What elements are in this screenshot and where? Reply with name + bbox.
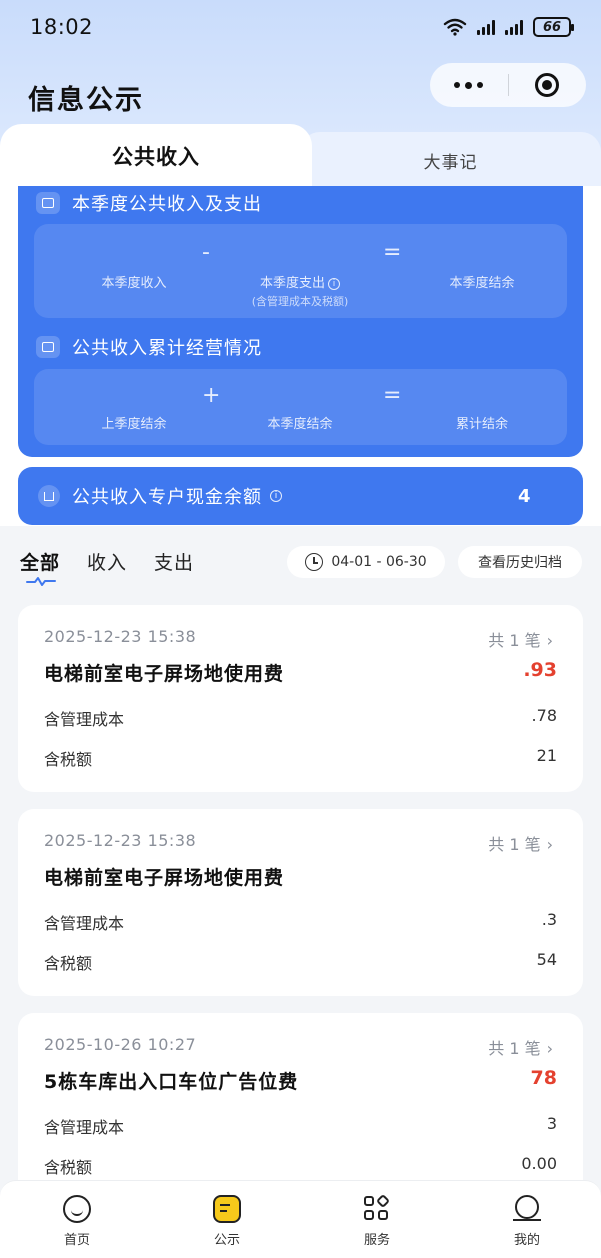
info-icon[interactable]: i	[270, 490, 282, 502]
grid-icon	[363, 1193, 391, 1223]
signal-icon-2	[505, 19, 523, 35]
home-icon	[38, 485, 60, 507]
nav-services[interactable]: 服务	[337, 1193, 417, 1248]
history-archive-button[interactable]: 查看历史归档	[458, 546, 582, 578]
chevron-right-icon: ›	[546, 631, 553, 650]
chevron-right-icon: ›	[546, 1039, 553, 1058]
signal-icon	[477, 19, 495, 35]
tab-public-income[interactable]: 公共收入	[0, 124, 312, 188]
clock-icon	[305, 553, 324, 571]
tab-events[interactable]: 大事记	[300, 132, 601, 188]
status-icons: 66	[443, 17, 574, 37]
wifi-icon	[443, 18, 467, 36]
date-range-picker[interactable]: 04-01 - 06-30	[287, 546, 445, 578]
cash-balance-bar[interactable]: 公共收入专户现金余额 i 4	[18, 467, 583, 525]
more-icon[interactable]	[430, 81, 508, 89]
cumulative-title: 公共收入累计经营情况	[36, 334, 262, 360]
prev-balance: 上季度结余	[101, 417, 167, 432]
status-bar: 18:02 66	[0, 0, 601, 54]
filter-tab-income[interactable]: 收入	[87, 548, 127, 575]
nav-profile[interactable]: 我的	[487, 1195, 567, 1248]
cash-balance-value: 4	[518, 485, 531, 507]
bottom-navigation: 首页 公示 服务 我的	[0, 1180, 601, 1258]
total-balance: 累计结余	[455, 417, 508, 432]
record-card[interactable]: 2025-10-26 10:27 共 1 笔 › 5栋车库出入口车位广告位费 78…	[18, 1013, 583, 1200]
nav-home[interactable]: 首页	[37, 1195, 117, 1248]
record-count[interactable]: 共 1 笔 ›	[488, 627, 553, 651]
record-card[interactable]: 2025-12-23 15:38 共 1 笔 › 电梯前室电子屏场地使用费 .93…	[18, 605, 583, 792]
status-time: 18:02	[30, 15, 94, 39]
announcement-icon	[213, 1195, 241, 1223]
home-smile-icon	[63, 1195, 91, 1223]
filter-tab-expense[interactable]: 支出	[154, 548, 194, 575]
record-card[interactable]: 2025-12-23 15:38 共 1 笔 › 电梯前室电子屏场地使用费 含管理…	[18, 809, 583, 996]
cumulative-box: 上季度结余 + 本季度结余 = 累计结余	[34, 369, 567, 445]
quarter-summary-box: 本季度收入 - 本季度支出 i (含管理成本及税额) = 本季度结余	[34, 224, 567, 318]
record-count[interactable]: 共 1 笔 ›	[488, 1035, 553, 1059]
current-balance: 本季度结余	[267, 417, 333, 432]
filter-row: 全部 收入 支出 04-01 - 06-30 查看历史归档	[0, 530, 601, 590]
quarter-balance: 本季度结余	[449, 276, 515, 291]
nav-announcements[interactable]: 公示	[187, 1195, 267, 1248]
battery-icon: 66	[533, 17, 574, 37]
mini-program-capsule	[430, 63, 586, 107]
quarter-expense: 本季度支出 i (含管理成本及税额)	[251, 276, 349, 308]
quarter-summary-title: 本季度公共收入及支出	[36, 190, 262, 216]
page-title: 信息公示	[28, 85, 144, 116]
close-target-icon[interactable]	[509, 73, 587, 97]
filter-tab-all[interactable]: 全部	[20, 548, 60, 575]
summary-panel: 本季度公共收入及支出 本季度收入 - 本季度支出 i (含管理成本及税额) = 本…	[18, 186, 583, 457]
info-icon[interactable]: i	[328, 278, 340, 290]
record-count[interactable]: 共 1 笔 ›	[488, 831, 553, 855]
chevron-right-icon: ›	[546, 835, 553, 854]
quarter-income: 本季度收入	[101, 276, 167, 291]
active-tab-indicator	[26, 577, 56, 586]
wallet-icon	[36, 336, 60, 358]
wallet-icon	[36, 192, 60, 214]
user-icon	[513, 1195, 541, 1225]
tab-bar: 大事记 公共收入	[0, 124, 601, 188]
record-amount: .93	[523, 659, 557, 681]
record-amount: 78	[530, 1067, 557, 1089]
